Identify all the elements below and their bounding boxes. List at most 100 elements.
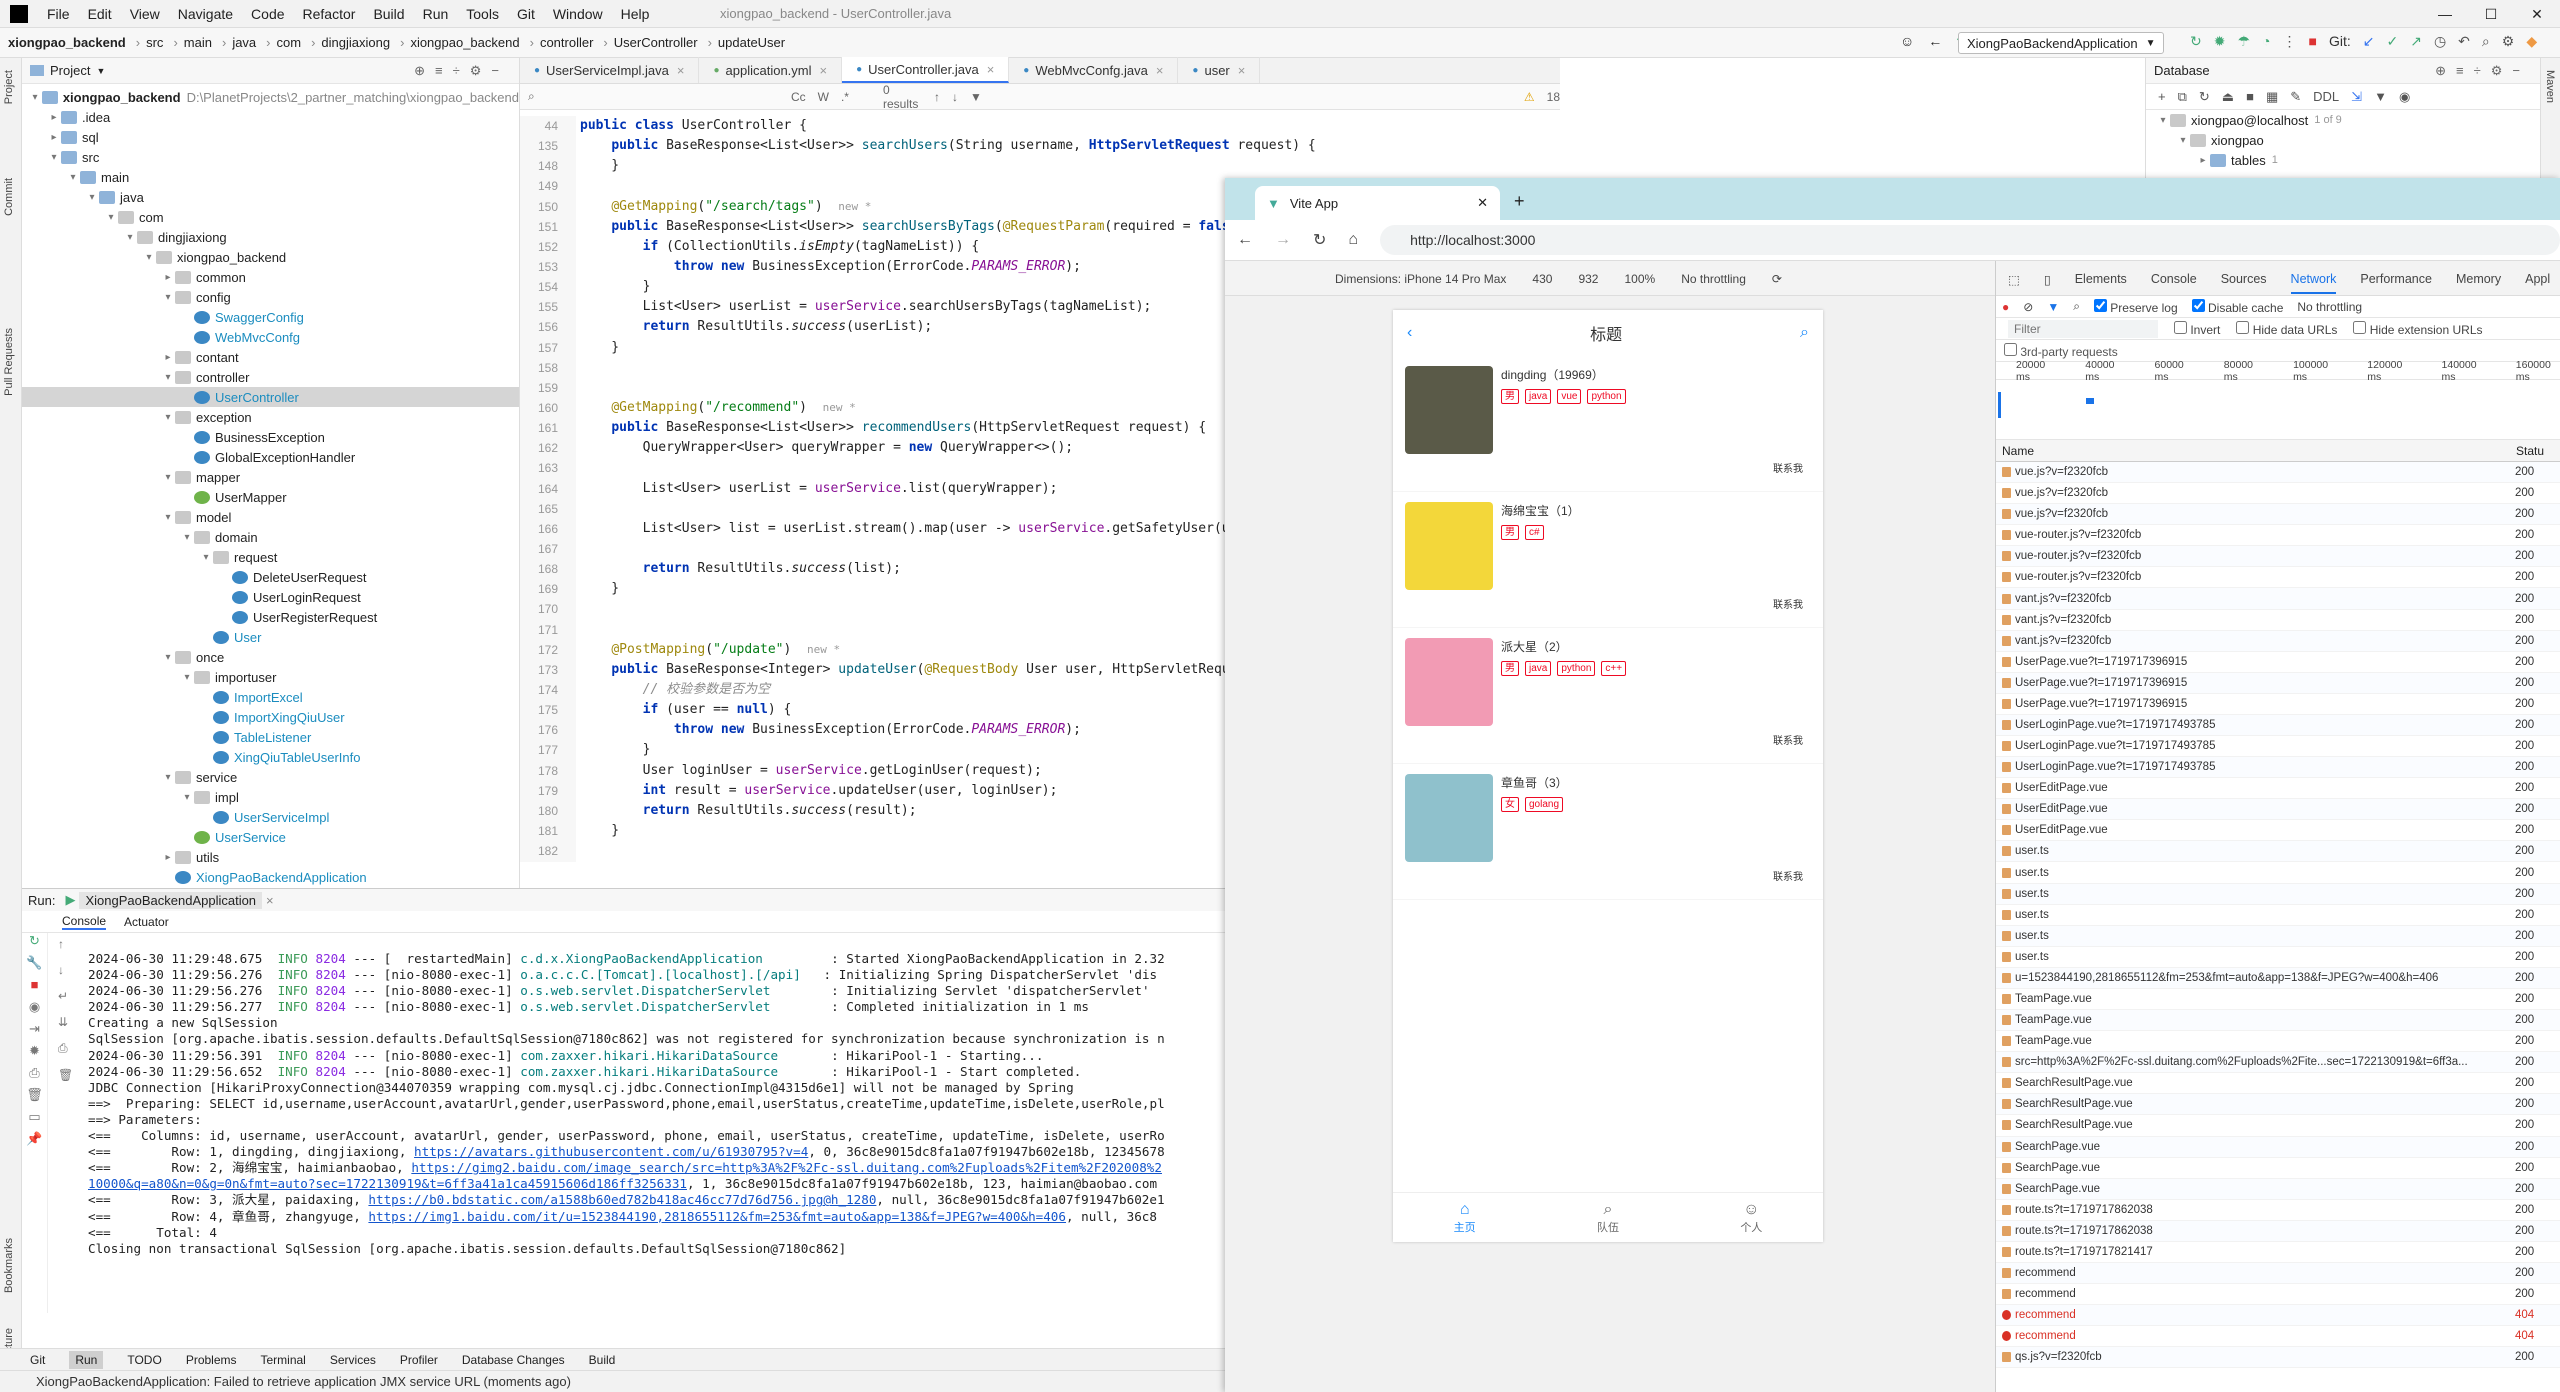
close-icon[interactable]: × [677, 63, 685, 78]
tree-item[interactable]: ▾ xiongpao_backend [22, 247, 519, 267]
breadcrumb-item[interactable]: UserController [614, 35, 698, 50]
tree-item[interactable]: UserController [22, 387, 519, 407]
contact-button[interactable]: 联系我 [1773, 732, 1803, 747]
tree-item[interactable]: ▾ request [22, 547, 519, 567]
editor-tab[interactable]: ● user × [1178, 57, 1261, 83]
tree-item[interactable]: WebMvcConfg [22, 327, 519, 347]
editor-tab[interactable]: ● application.yml × [699, 57, 843, 83]
close-icon[interactable]: ✕ [1477, 195, 1488, 211]
tree-item[interactable]: XiongPaoBackendApplication [22, 867, 519, 887]
find-input[interactable] [546, 89, 779, 104]
tree-item[interactable]: ▾ once [22, 647, 519, 667]
forward-icon[interactable]: → [1275, 231, 1291, 249]
filter-input[interactable] [2008, 319, 2158, 338]
menu-item-build[interactable]: Build [364, 6, 413, 22]
menu-item-run[interactable]: Run [414, 6, 458, 22]
debug-icon[interactable]: ✹ [22, 1043, 47, 1065]
bottom-tab-profiler[interactable]: Profiler [400, 1353, 438, 1367]
filter-icon[interactable]: ▼ [970, 90, 982, 104]
next-match-icon[interactable]: ↓ [952, 90, 958, 104]
network-row[interactable]: TeamPage.vue 200 [1996, 1010, 2560, 1032]
network-row[interactable]: UserEditPage.vue 200 [1996, 820, 2560, 842]
prev-match-icon[interactable]: ↑ [934, 90, 940, 104]
breadcrumb-item[interactable]: src [146, 35, 163, 50]
network-row[interactable]: TeamPage.vue 200 [1996, 989, 2560, 1011]
jump-icon[interactable]: ⇲ [2351, 89, 2362, 105]
contact-button[interactable]: 联系我 [1773, 868, 1803, 883]
bottom-tab-git[interactable]: Git [30, 1353, 45, 1367]
contact-button[interactable]: 联系我 [1773, 596, 1803, 611]
devtools-tab-appl[interactable]: Appl [2525, 272, 2550, 286]
network-row[interactable]: u=1523844190,2818655112&fm=253&fmt=auto&… [1996, 967, 2560, 989]
tree-item[interactable]: ▸ .idea [22, 107, 519, 127]
git-update-icon[interactable]: ↙ [2363, 33, 2375, 50]
db-schema[interactable]: ▾ xiongpao [2146, 130, 2540, 150]
col-name[interactable]: Name [1996, 444, 2516, 458]
settings-icon[interactable]: ⚙ [2502, 33, 2515, 50]
device-height[interactable]: 932 [1578, 272, 1598, 286]
tree-item[interactable]: ImportExcel [22, 687, 519, 707]
run-config-tab[interactable]: XiongPaoBackendApplication [79, 891, 263, 909]
tree-item[interactable]: ▾ impl [22, 787, 519, 807]
editor-tab[interactable]: ● WebMvcConfg.java × [1009, 57, 1179, 83]
network-row[interactable]: qs.js?v=f2320fcb 200 [1996, 1347, 2560, 1369]
pin-icon[interactable]: 📌 [22, 1131, 47, 1153]
trash-icon[interactable]: 🗑 [58, 1068, 73, 1082]
network-row[interactable]: user.ts 200 [1996, 947, 2560, 968]
scroll-end-icon[interactable]: ⇊ [58, 1015, 73, 1029]
network-row[interactable]: SearchResultPage.vue 200 [1996, 1073, 2560, 1095]
git-push-icon[interactable]: ↗ [2410, 33, 2422, 50]
network-row[interactable]: SearchResultPage.vue 200 [1996, 1115, 2560, 1137]
network-row[interactable]: vue.js?v=f2320fcb 200 [1996, 483, 2560, 505]
tree-item[interactable]: UserMapper [22, 487, 519, 507]
inspect-icon[interactable]: ⬚ [2008, 272, 2020, 287]
network-row[interactable]: SearchPage.vue 200 [1996, 1136, 2560, 1158]
network-row[interactable]: UserPage.vue?t=1719717396915 200 [1996, 672, 2560, 694]
breadcrumb-item[interactable]: dingjiaxiong [321, 35, 390, 50]
tree-item[interactable]: ▾ main [22, 167, 519, 187]
profile-icon[interactable]: ◔ [2262, 33, 2270, 50]
network-row[interactable]: user.ts 200 [1996, 925, 2560, 947]
tree-item[interactable]: ▸ sql [22, 127, 519, 147]
home-icon[interactable]: ⌂ [1348, 231, 1358, 249]
git-history-icon[interactable]: ◷ [2434, 33, 2446, 50]
user-card[interactable]: 章鱼哥（3） 女 golang 联系我 [1393, 764, 1823, 900]
tree-item[interactable]: XingQiuTableUserInfo [22, 747, 519, 767]
third-party-checkbox[interactable]: 3rd-party requests [2004, 342, 2118, 359]
record-icon[interactable]: ● [2002, 300, 2009, 314]
wrench-icon[interactable]: 🔧 [22, 955, 47, 977]
tree-item[interactable]: ▾ service [22, 767, 519, 787]
tool-commit[interactable]: Commit [3, 178, 15, 216]
bottom-tab-database-changes[interactable]: Database Changes [462, 1353, 565, 1367]
close-icon[interactable]: × [1156, 63, 1164, 78]
browser-tab[interactable]: ▼ Vite App ✕ [1255, 186, 1500, 220]
network-row[interactable]: route.ts?t=1719717821417 200 [1996, 1242, 2560, 1263]
tool-maven[interactable]: Maven [2544, 70, 2556, 103]
device-width[interactable]: 430 [1532, 272, 1552, 286]
menu-item-navigate[interactable]: Navigate [169, 6, 242, 22]
tabbar-item-2[interactable]: ☺ 个人 [1680, 1193, 1823, 1242]
tree-item[interactable]: ▾ com [22, 207, 519, 227]
menu-item-view[interactable]: View [121, 6, 169, 22]
breadcrumb-item[interactable]: java [232, 35, 256, 50]
bottom-tab-todo[interactable]: TODO [127, 1353, 161, 1367]
filter-opt-hide-data-urls[interactable]: Hide data URLs [2236, 320, 2337, 337]
bottom-tab-build[interactable]: Build [589, 1353, 616, 1367]
print-icon[interactable]: ⎙ [58, 1041, 73, 1056]
tree-item[interactable]: GlobalExceptionHandler [22, 447, 519, 467]
col-status[interactable]: Statu [2516, 444, 2544, 458]
minimize-icon[interactable]: — [2422, 0, 2468, 28]
close-icon[interactable]: × [1238, 63, 1246, 78]
camera-icon[interactable]: ◉ [22, 999, 47, 1021]
reload-icon[interactable]: ↻ [1313, 230, 1326, 250]
search-icon[interactable]: ⌕ [1800, 324, 1809, 342]
wrap-icon[interactable]: ↵ [58, 989, 73, 1003]
network-row[interactable]: user.ts 200 [1996, 883, 2560, 905]
stop-icon[interactable]: ■ [2309, 33, 2317, 50]
back-icon[interactable]: ‹ [1407, 324, 1412, 342]
network-row[interactable]: UserLoginPage.vue?t=1719717493785 200 [1996, 714, 2560, 737]
tree-item[interactable]: DeleteUserRequest [22, 567, 519, 587]
devtools-tab-sources[interactable]: Sources [2221, 272, 2267, 286]
device-toggle-icon[interactable]: ▯ [2044, 272, 2051, 287]
network-row[interactable]: recommend 404 [1996, 1305, 2560, 1327]
